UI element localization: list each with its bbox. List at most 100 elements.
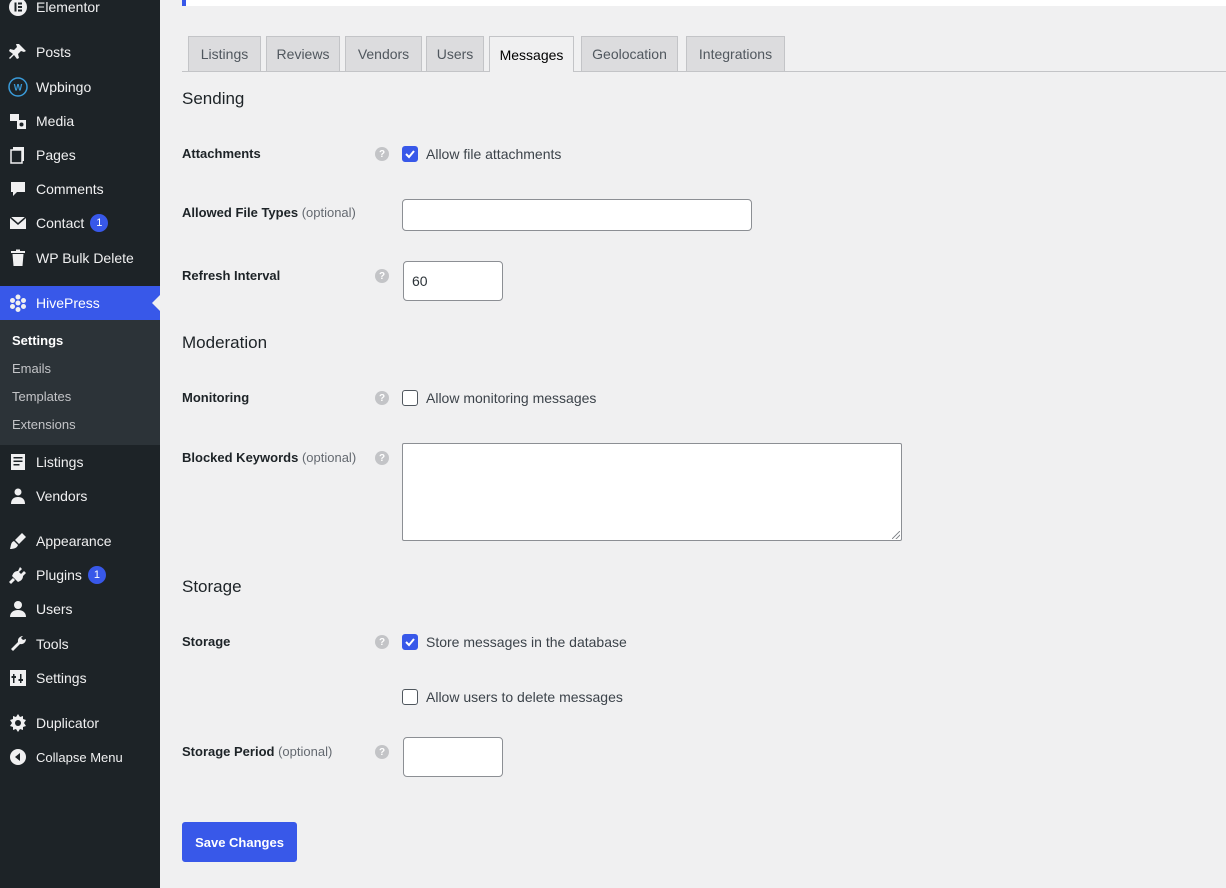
hivepress-submenu: Settings Emails Templates Extensions	[0, 320, 160, 445]
monitoring-checkbox[interactable]: Allow monitoring messages	[402, 390, 596, 406]
collapse-icon	[0, 747, 36, 767]
tab-geolocation[interactable]: Geolocation	[581, 36, 678, 71]
checkbox-unchecked[interactable]	[402, 390, 418, 406]
sidebar-item-label: Posts	[36, 44, 72, 60]
sidebar-item-label: HivePress	[36, 295, 100, 311]
storage-period-input[interactable]	[403, 737, 503, 777]
comment-icon	[0, 179, 36, 199]
submenu-item-templates[interactable]: Templates	[12, 389, 71, 404]
sidebar-item-vendors[interactable]: Vendors	[0, 479, 160, 513]
sidebar-item-tools[interactable]: Tools	[0, 627, 160, 661]
elementor-icon	[0, 0, 36, 17]
sidebar-item-posts[interactable]: Posts	[0, 35, 160, 69]
monitoring-label: Monitoring	[182, 390, 250, 405]
admin-sidebar: Elementor Posts W Wpbingo Media Pages Co…	[0, 0, 160, 888]
store-messages-checkbox[interactable]: Store messages in the database	[402, 634, 627, 650]
help-icon[interactable]: ?	[375, 745, 389, 759]
settings-icon	[0, 668, 36, 688]
help-icon[interactable]: ?	[375, 635, 389, 649]
allowed-file-types-input[interactable]	[402, 199, 752, 231]
help-icon[interactable]: ?	[375, 147, 389, 161]
sidebar-item-duplicator[interactable]: Duplicator	[0, 706, 160, 740]
pages-icon	[0, 145, 36, 165]
sidebar-item-settings[interactable]: Settings	[0, 661, 160, 695]
notice-bar	[182, 0, 1226, 6]
help-icon[interactable]: ?	[375, 269, 389, 283]
checkbox-label: Allow users to delete messages	[426, 689, 623, 705]
duplicator-icon	[0, 713, 36, 733]
sidebar-item-label: Duplicator	[36, 715, 100, 731]
blocked-keywords-textarea[interactable]	[402, 443, 902, 541]
attachments-label: Attachments	[182, 146, 261, 161]
sidebar-item-users[interactable]: Users	[0, 592, 160, 626]
submenu-item-settings[interactable]: Settings	[12, 333, 63, 348]
tab-listings[interactable]: Listings	[188, 36, 261, 71]
sidebar-item-label: Media	[36, 113, 75, 129]
storage-label: Storage	[182, 634, 231, 649]
checkbox-checked[interactable]	[402, 634, 418, 650]
attachments-checkbox[interactable]: Allow file attachments	[402, 146, 561, 162]
section-title-moderation: Moderation	[182, 333, 268, 352]
sidebar-item-pages[interactable]: Pages	[0, 138, 160, 172]
sidebar-item-label: Comments	[36, 181, 104, 197]
sidebar-item-contact[interactable]: Contact 1	[0, 206, 160, 240]
submenu-item-emails[interactable]: Emails	[12, 361, 51, 376]
storage-period-label: Storage Period (optional)	[182, 744, 333, 759]
sidebar-item-label: Settings	[36, 670, 87, 686]
checkbox-checked[interactable]	[402, 146, 418, 162]
sidebar-item-wpbingo[interactable]: W Wpbingo	[0, 70, 160, 104]
sidebar-item-label: Listings	[36, 454, 84, 470]
sidebar-item-appearance[interactable]: Appearance	[0, 524, 160, 558]
sidebar-item-listings[interactable]: Listings	[0, 445, 160, 479]
tab-reviews[interactable]: Reviews	[266, 36, 340, 71]
media-icon	[0, 111, 36, 131]
section-title-sending: Sending	[182, 89, 245, 108]
help-icon[interactable]: ?	[375, 451, 389, 465]
save-changes-button[interactable]: Save Changes	[182, 822, 297, 862]
sidebar-item-hivepress[interactable]: HivePress	[0, 286, 160, 320]
sidebar-item-label: WP Bulk Delete	[36, 250, 134, 266]
svg-text:W: W	[14, 83, 23, 93]
plugin-icon	[0, 565, 36, 585]
submenu-item-extensions[interactable]: Extensions	[12, 417, 76, 432]
user-icon	[0, 599, 36, 619]
sidebar-item-label: Appearance	[36, 533, 112, 549]
allowed-file-types-label: Allowed File Types (optional)	[182, 205, 356, 220]
allow-delete-checkbox[interactable]: Allow users to delete messages	[402, 689, 623, 705]
sidebar-item-media[interactable]: Media	[0, 104, 160, 138]
listings-icon	[0, 452, 36, 472]
sidebar-item-label: Vendors	[36, 488, 88, 504]
update-count-badge: 1	[90, 214, 109, 232]
sidebar-item-comments[interactable]: Comments	[0, 172, 160, 206]
pin-icon	[0, 42, 36, 62]
sidebar-item-label: Contact	[36, 215, 85, 231]
checkbox-unchecked[interactable]	[402, 689, 418, 705]
vendors-icon	[0, 486, 36, 506]
checkbox-label: Allow file attachments	[426, 146, 562, 162]
checkbox-label: Store messages in the database	[426, 634, 627, 650]
hivepress-icon	[0, 293, 36, 313]
tab-vendors[interactable]: Vendors	[345, 36, 422, 71]
sidebar-item-label: Elementor	[36, 0, 100, 15]
refresh-interval-label: Refresh Interval	[182, 268, 281, 283]
section-title-storage: Storage	[182, 577, 242, 596]
tab-messages[interactable]: Messages	[489, 36, 574, 72]
collapse-menu-button[interactable]: Collapse Menu	[0, 740, 160, 774]
refresh-interval-input[interactable]: 60	[403, 261, 503, 301]
help-icon[interactable]: ?	[375, 391, 389, 405]
mail-icon	[0, 213, 36, 233]
sidebar-item-elementor[interactable]: Elementor	[0, 0, 160, 24]
checkbox-label: Allow monitoring messages	[426, 390, 597, 406]
wpbingo-icon: W	[0, 77, 36, 97]
trash-icon	[0, 248, 36, 268]
sidebar-item-wp-bulk-delete[interactable]: WP Bulk Delete	[0, 241, 160, 275]
sidebar-item-label: Wpbingo	[36, 79, 92, 95]
brush-icon	[0, 531, 36, 551]
blocked-keywords-label: Blocked Keywords (optional)	[182, 450, 357, 465]
wrench-icon	[0, 634, 36, 654]
sidebar-item-plugins[interactable]: Plugins 1	[0, 558, 160, 592]
update-count-badge: 1	[87, 566, 106, 584]
sidebar-item-label: Plugins	[36, 567, 82, 583]
tab-users[interactable]: Users	[426, 36, 484, 71]
tab-integrations[interactable]: Integrations	[686, 36, 785, 71]
